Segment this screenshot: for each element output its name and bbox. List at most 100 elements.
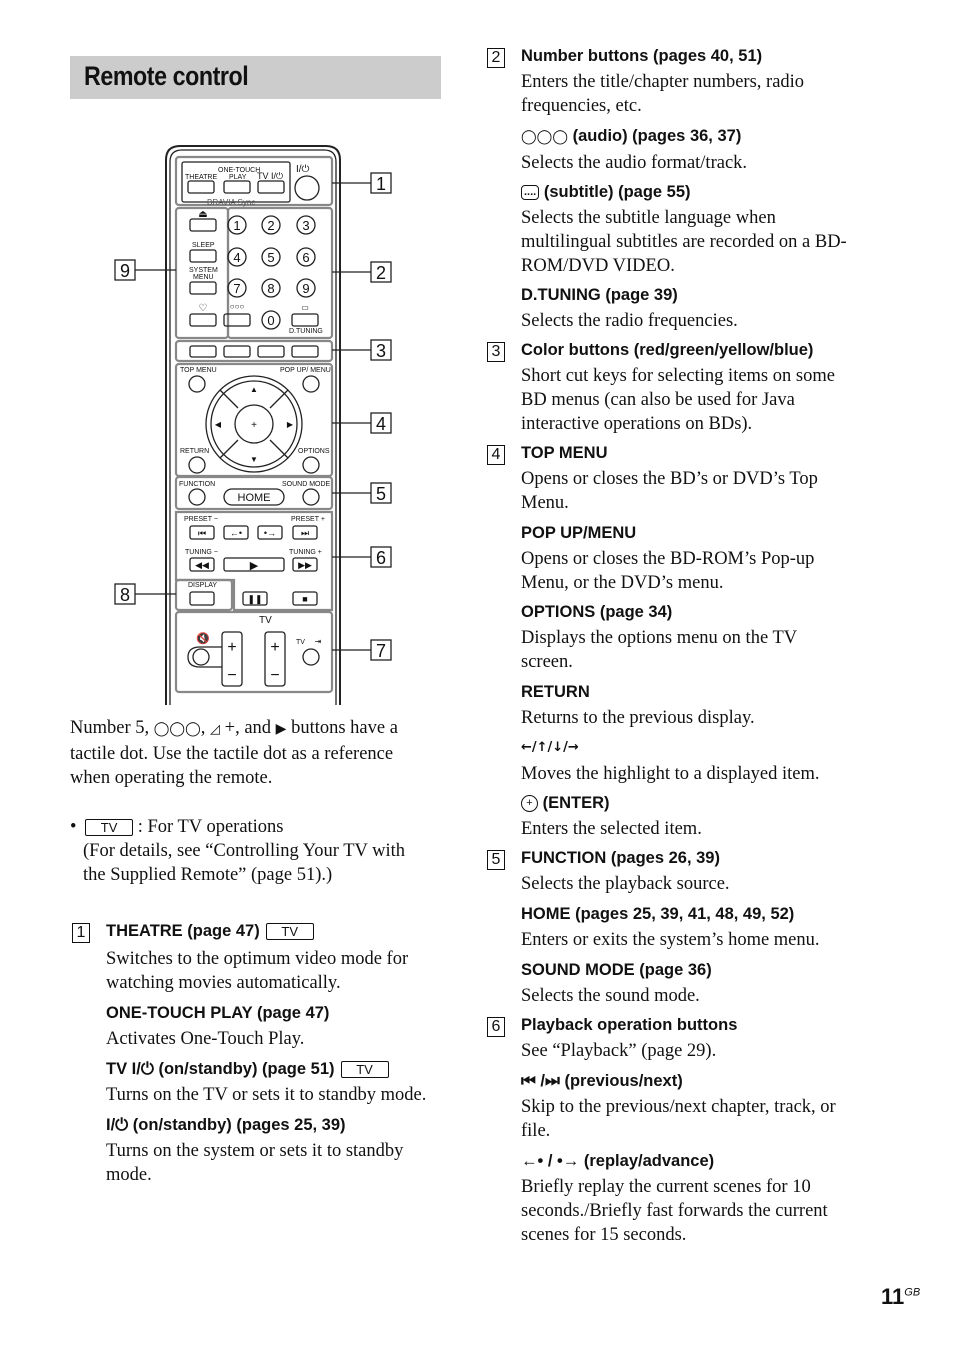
sections-s2-items-0-head: Number buttons (pages 40, 51) — [521, 47, 763, 65]
note-bullet-text: : For TV operations — [137, 817, 284, 837]
sections-s5-items-1-head: HOME (pages 25, 39, 41, 48, 49, 52) — [521, 905, 795, 923]
sections-s1-items-2-desc-0: Turns on the TV or sets it to standby mo… — [106, 1085, 427, 1105]
item-top-menu: TOP MENU Opens or closes the BD’s or DVD… — [521, 442, 818, 515]
sections-s2-items-3-head: D.TUNING (page 39) — [521, 286, 678, 304]
sections-s1-items-3-desc-0: Turns on the system or sets it to standb… — [106, 1141, 404, 1161]
page-number: 11 — [881, 1284, 905, 1309]
callout-4: 4 — [376, 414, 386, 434]
callout-7: 7 — [376, 641, 386, 661]
sections-s1-items-0-head: THEATRE (page 47) — [106, 922, 260, 940]
sections-s1-items-1-desc-0: Activates One-Touch Play. — [106, 1029, 305, 1049]
item-audio: ◯◯◯ (audio) (pages 36, 37) Selects the a… — [521, 125, 747, 175]
remote-number-1: 1 — [233, 218, 240, 233]
sections-s4-items-0-head: TOP MENU — [521, 444, 608, 462]
page-suffix: GB — [904, 1286, 921, 1299]
remote-number-3: 3 — [302, 218, 309, 233]
sections-s5-items-2-desc-0: Selects the sound mode. — [521, 986, 700, 1006]
sections-s2-num: 2 — [487, 48, 505, 68]
audio-icon: ○○○ — [230, 302, 245, 311]
label-preset-minus: PRESET − — [184, 516, 218, 523]
callout-3: 3 — [376, 341, 386, 361]
arrow-down-icon: ▼ — [250, 455, 258, 464]
label-sound-mode: SOUND MODE — [282, 481, 331, 488]
sections-s5-items-1-desc-0: Enters or exits the system’s home menu. — [521, 930, 820, 950]
remote-number-8: 8 — [267, 281, 274, 296]
sections-s4-items-4-desc-0: Moves the highlight to a displayed item. — [521, 764, 820, 784]
item-tv-power: TV I/⏻ (on/standby) (page 51) TV Turns on… — [106, 1058, 426, 1107]
sections-s5-items-0-desc-0: Selects the playback source. — [521, 874, 730, 894]
sections-s6-items-2-desc-2: scenes for 15 seconds. — [521, 1225, 687, 1245]
tv-volume-up-icon: + — [270, 639, 279, 656]
sections-s2-items-0-desc-0: Enters the title/chapter numbers, radio — [521, 72, 805, 92]
sections-s6-num: 6 — [487, 1017, 505, 1037]
next-icon: ⏭ — [301, 528, 309, 538]
sections-s4-num: 4 — [487, 445, 505, 465]
sections-s2-items-2-desc-1: multilingual subtitles are recorded on a… — [521, 232, 847, 252]
remote-number-7: 7 — [233, 281, 240, 296]
item-subtitle: .... (subtitle) (page 55) Selects the su… — [521, 181, 847, 278]
item-theatre: THEATRE (page 47) TV Switches to the opti… — [106, 920, 408, 995]
sections-s4-items-1-desc-1: Menu, or the DVD’s menu. — [521, 573, 724, 593]
audio-icon: ◯◯◯ — [521, 129, 569, 145]
arrow-up-icon: ▲ — [250, 385, 258, 394]
sections-s6-items-1-desc-1: file. — [521, 1121, 551, 1141]
label-bravia-sync: BRAVIA Sync — [207, 198, 255, 207]
label-display: DISPLAY — [188, 582, 217, 589]
sections-s4-items-2-desc-0: Displays the options menu on the TV — [521, 628, 798, 648]
sections-s2-items-2-head: (subtitle) (page 55) — [543, 183, 691, 201]
item-previous-next: ⏮ /⏭ (previous/next) Skip to the previou… — [521, 1070, 836, 1143]
sections-s1-items-3-desc-1: mode. — [106, 1165, 152, 1185]
item-options: OPTIONS (page 34) Displays the options m… — [521, 601, 797, 674]
sections-s4-items-5-head: (ENTER) — [542, 794, 610, 812]
item-playback-buttons: Playback operation buttons See “Playback… — [521, 1014, 737, 1063]
sections-s4-items-3-head: RETURN — [521, 683, 590, 701]
item-color-buttons: Color buttons (red/green/yellow/blue) Sh… — [521, 339, 835, 436]
page-title: Remote control — [84, 61, 249, 91]
remote-number-9: 9 — [302, 281, 309, 296]
label-menu: MENU — [193, 274, 214, 281]
section-number-5: 5 — [487, 850, 505, 870]
arrow-right-icon: ▶ — [287, 420, 294, 429]
note-tactile-line1-b: , — [200, 718, 211, 738]
item-home: HOME (pages 25, 39, 41, 48, 49, 52) Ente… — [521, 903, 820, 952]
sections-s6-items-1-desc-0: Skip to the previous/next chapter, track… — [521, 1097, 836, 1117]
tv-badge: TV — [85, 819, 134, 837]
sections-s3-items-0-desc-2: interactive operations on BDs). — [521, 414, 753, 434]
sections-s4-items-3-desc-0: Returns to the previous display. — [521, 708, 755, 728]
sections-s2-items-1-desc-0: Selects the audio format/track. — [521, 153, 748, 173]
section-number-6: 6 — [487, 1017, 505, 1037]
tv-volume-down-icon: − — [270, 667, 279, 684]
sections-s5-items-2-head: SOUND MODE (page 36) — [521, 961, 712, 979]
label-play: PLAY — [229, 174, 247, 181]
sections-s3-items-0-desc-1: BD menus (can also be used for Java — [521, 390, 795, 410]
rewind-icon: ◀◀ — [195, 560, 209, 570]
section-number-3: 3 — [487, 342, 505, 362]
mute-icon: 🔇 — [196, 632, 210, 645]
label-function: FUNCTION — [179, 481, 215, 488]
play-icon: ▶ — [275, 721, 287, 737]
label-tv-volume: TV — [259, 615, 272, 626]
section-number-2: 2 — [487, 48, 505, 68]
remote-control-illustration: 1 2 3 4 5 6 7 8 9 0 1 2 3 4 5 6 7 8 9 TH… — [114, 145, 392, 705]
fast-forward-icon: ▶▶ — [298, 560, 312, 570]
sections-s4-items-0-desc-1: Menu. — [521, 493, 569, 513]
sections-s1-items-0-desc-0: Switches to the optimum video mode for — [106, 949, 409, 969]
sections-s4-items-2-head: OPTIONS (page 34) — [521, 603, 673, 621]
tv-input-icon: ⇥ — [315, 637, 322, 646]
callout-9: 9 — [120, 261, 130, 281]
volume-icon: ◿ — [210, 722, 221, 737]
item-function: FUNCTION (pages 26, 39) Selects the play… — [521, 847, 730, 896]
item-power: I/⏻ (on/standby) (pages 25, 39) Turns on… — [106, 1114, 403, 1187]
heart-icon: ♡ — [199, 303, 208, 314]
tv-badge: TV — [340, 1061, 389, 1079]
sections-s6-items-0-head: Playback operation buttons — [521, 1016, 738, 1034]
sections-s4-items-5-desc-0: Enters the selected item. — [521, 819, 702, 839]
subtitle-icon: .... — [521, 185, 540, 201]
previous-icon: ⏮ — [198, 528, 206, 538]
sections-s3-items-0-head: Color buttons (red/green/yellow/blue) — [521, 341, 814, 359]
sections-s2-items-3-desc-0: Selects the radio frequencies. — [521, 311, 738, 331]
sections-s4-items-2-desc-1: screen. — [521, 652, 573, 672]
item-return: RETURN Returns to the previous display. — [521, 681, 755, 730]
remote-number-6: 6 — [302, 250, 309, 265]
section-number-1: 1 — [72, 923, 90, 943]
